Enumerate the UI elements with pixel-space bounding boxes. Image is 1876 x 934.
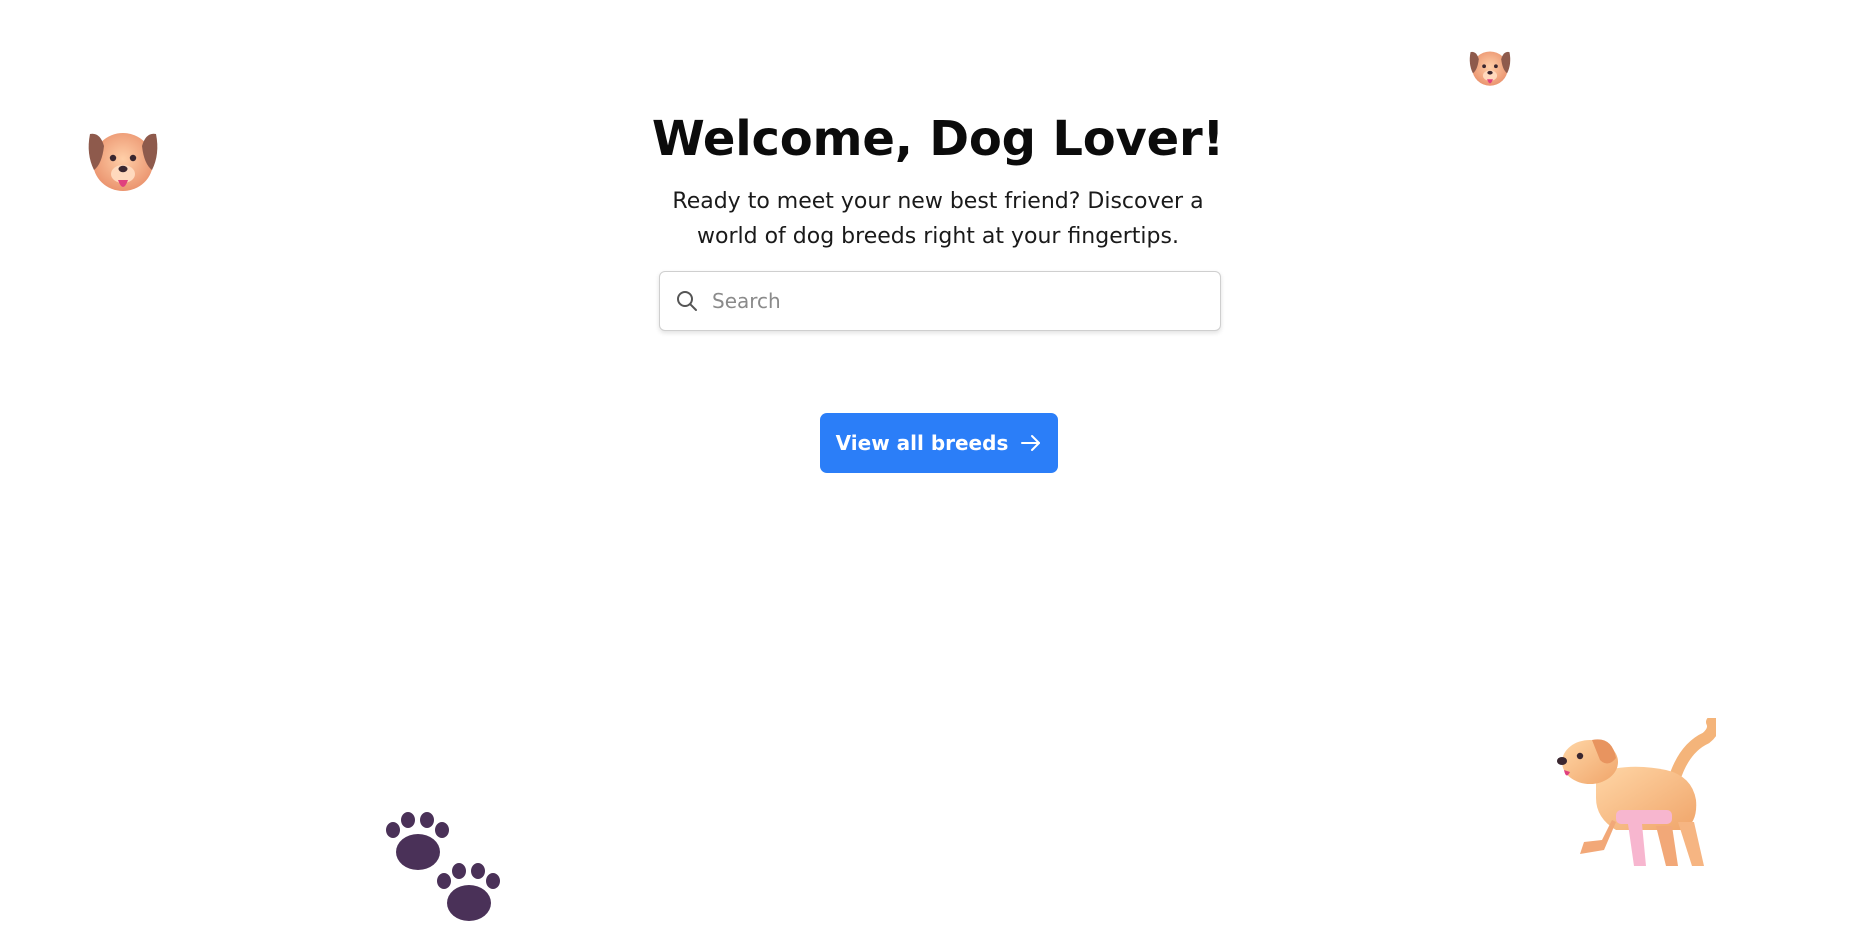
view-all-breeds-button[interactable]: View all breeds: [820, 413, 1058, 473]
hero-section: Welcome, Dog Lover! Ready to meet your n…: [0, 108, 1876, 254]
search-bar[interactable]: [659, 271, 1221, 331]
landing-page: Welcome, Dog Lover! Ready to meet your n…: [0, 0, 1876, 934]
arrow-right-icon: [1021, 435, 1041, 451]
dog-face-icon: [1469, 51, 1511, 86]
dog-icon: [1557, 718, 1716, 866]
paw-prints-icon: [386, 812, 500, 921]
search-icon: [676, 290, 698, 312]
page-title: Welcome, Dog Lover!: [651, 111, 1225, 167]
page-subtitle: Ready to meet your new best friend? Disc…: [672, 189, 1204, 249]
view-all-breeds-label: View all breeds: [835, 431, 1009, 455]
search-input[interactable]: [710, 288, 1194, 314]
